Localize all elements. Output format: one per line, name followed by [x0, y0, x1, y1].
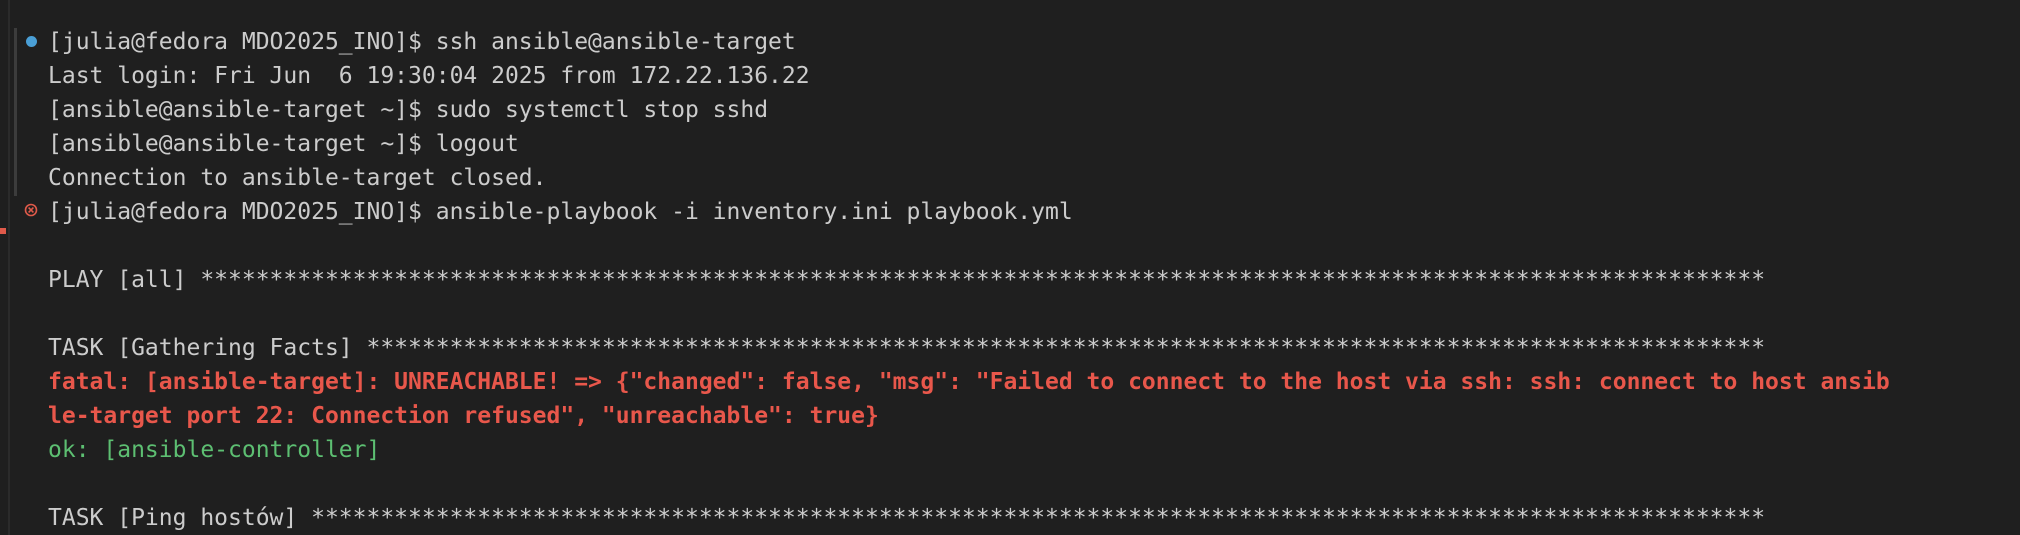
terminal-line-prompt: [ansible@ansible-target ~]$ logout: [48, 131, 519, 157]
terminal-line-output: Connection to ansible-target closed.: [48, 165, 547, 191]
terminal-line-prompt: [ansible@ansible-target ~]$ sudo systemc…: [48, 97, 769, 123]
filled-circle-icon: [25, 35, 37, 47]
terminal-line-task-header: TASK [Gathering Facts] *****************…: [48, 335, 1766, 361]
terminal-line-task-header: TASK [Ping hostów] *********************…: [48, 505, 1766, 531]
command-success-decoration[interactable]: [24, 34, 38, 48]
terminal-panel[interactable]: [julia@fedora MDO2025_INO]$ ssh ansible@…: [0, 0, 2020, 535]
error-marker: [0, 228, 6, 234]
terminal-line-fatal: fatal: [ansible-target]: UNREACHABLE! =>…: [48, 369, 1890, 395]
command-error-decoration[interactable]: [24, 203, 38, 217]
terminal-line-ok: ok: [ansible-controller]: [48, 437, 381, 463]
terminal-line-output: Last login: Fri Jun 6 19:30:04 2025 from…: [48, 63, 810, 89]
command-block-bar: [14, 28, 17, 196]
terminal-gutter: [8, 0, 10, 535]
terminal-line-prompt: [julia@fedora MDO2025_INO]$ ssh ansible@…: [48, 29, 796, 55]
terminal-line-fatal-cont: le-target port 22: Connection refused", …: [48, 403, 879, 429]
circled-x-icon: [24, 203, 38, 217]
terminal-line-prompt: [julia@fedora MDO2025_INO]$ ansible-play…: [48, 199, 1073, 225]
terminal-line-play-header: PLAY [all] *****************************…: [48, 267, 1766, 293]
